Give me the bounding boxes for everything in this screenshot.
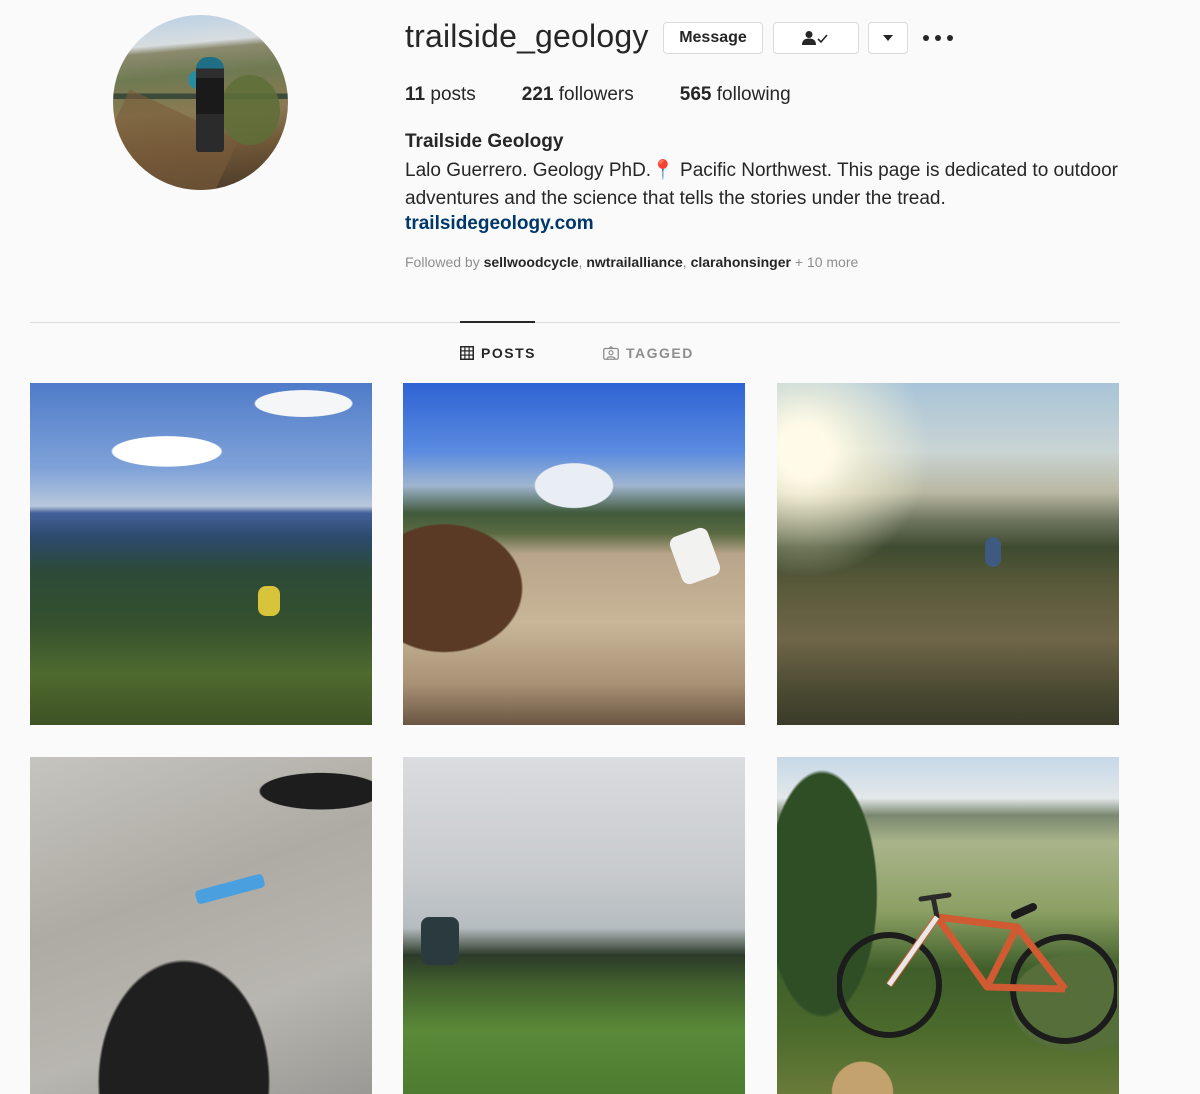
photo-mountain-ridge-rider xyxy=(258,586,280,616)
following-count-label: following xyxy=(716,84,791,105)
more-horizontal-icon xyxy=(947,35,953,41)
followers-count[interactable]: 221 followers xyxy=(522,84,634,106)
profile-avatar[interactable] xyxy=(113,15,288,190)
posts-count-value: 11 xyxy=(405,84,426,105)
profile-username: trailside_geology xyxy=(405,18,649,54)
profile-website-link[interactable]: trailsidegeology.com xyxy=(405,213,594,235)
following-count-value: 565 xyxy=(679,84,712,105)
post-thumbnail[interactable] xyxy=(403,757,745,1094)
tab-tagged-label: TAGGED xyxy=(626,345,694,361)
bio-text-line2: adventures and the science that tells th… xyxy=(405,188,946,209)
followed-by-user[interactable]: clarahonsinger xyxy=(691,254,791,270)
suggested-dropdown-button[interactable] xyxy=(868,22,908,54)
more-options-button[interactable] xyxy=(923,30,953,46)
tab-tagged[interactable]: TAGGED xyxy=(603,345,694,361)
photo-sunset-meadow-rider xyxy=(985,537,1001,567)
profile-full-name: Trailside Geology xyxy=(405,131,564,152)
post-thumbnail[interactable] xyxy=(30,757,372,1094)
tab-posts[interactable]: POSTS xyxy=(460,345,536,361)
grid-icon xyxy=(460,346,474,360)
photo-overcast-meadow-rider xyxy=(421,917,459,965)
posts-count-label: posts xyxy=(430,84,476,105)
tagged-icon xyxy=(603,346,619,360)
following-status-button[interactable] xyxy=(773,22,859,54)
followed-by-user[interactable]: sellwoodcycle xyxy=(484,254,579,270)
followed-by-user[interactable]: nwtrailalliance xyxy=(586,254,682,270)
location-pin-icon: 📍 xyxy=(651,160,675,181)
followed-by-more[interactable]: + 10 more xyxy=(795,254,858,270)
profile-bio: Lalo Guerrero. Geology PhD.📍 Pacific Nor… xyxy=(405,157,1125,213)
avatar-bush xyxy=(220,75,280,145)
active-tab-indicator xyxy=(460,321,535,323)
more-horizontal-icon xyxy=(923,35,929,41)
message-button[interactable]: Message xyxy=(663,22,763,54)
user-check-icon xyxy=(802,31,828,45)
tab-posts-label: POSTS xyxy=(481,345,536,361)
following-count[interactable]: 565 following xyxy=(680,84,791,106)
post-thumbnail[interactable] xyxy=(777,383,1119,725)
profile-stats: 11 posts 221 followers 565 following xyxy=(405,84,837,106)
followers-count-label: followers xyxy=(558,84,634,105)
tabs-divider xyxy=(30,322,1120,323)
photo-orange-bike-juniper xyxy=(837,892,1117,1044)
posts-count[interactable]: 11 posts xyxy=(405,84,476,106)
photo-berm-volcano-rider xyxy=(667,525,723,587)
post-thumbnail[interactable] xyxy=(777,757,1119,1094)
followers-count-value: 221 xyxy=(521,84,554,105)
post-thumbnail[interactable] xyxy=(403,383,745,725)
followed-by[interactable]: Followed by sellwoodcycle, nwtrailallian… xyxy=(405,254,858,270)
photo-gloved-hand-rocks xyxy=(194,873,266,905)
more-horizontal-icon xyxy=(935,35,941,41)
bio-text-line1: Lalo Guerrero. Geology PhD. xyxy=(405,160,652,181)
followed-by-prefix: Followed by xyxy=(405,254,480,270)
avatar-rider xyxy=(196,57,224,152)
post-thumbnail[interactable] xyxy=(30,383,372,725)
caret-down-icon xyxy=(883,35,893,41)
bio-text-line1-rest: Pacific Northwest. This page is dedicate… xyxy=(680,160,1118,181)
